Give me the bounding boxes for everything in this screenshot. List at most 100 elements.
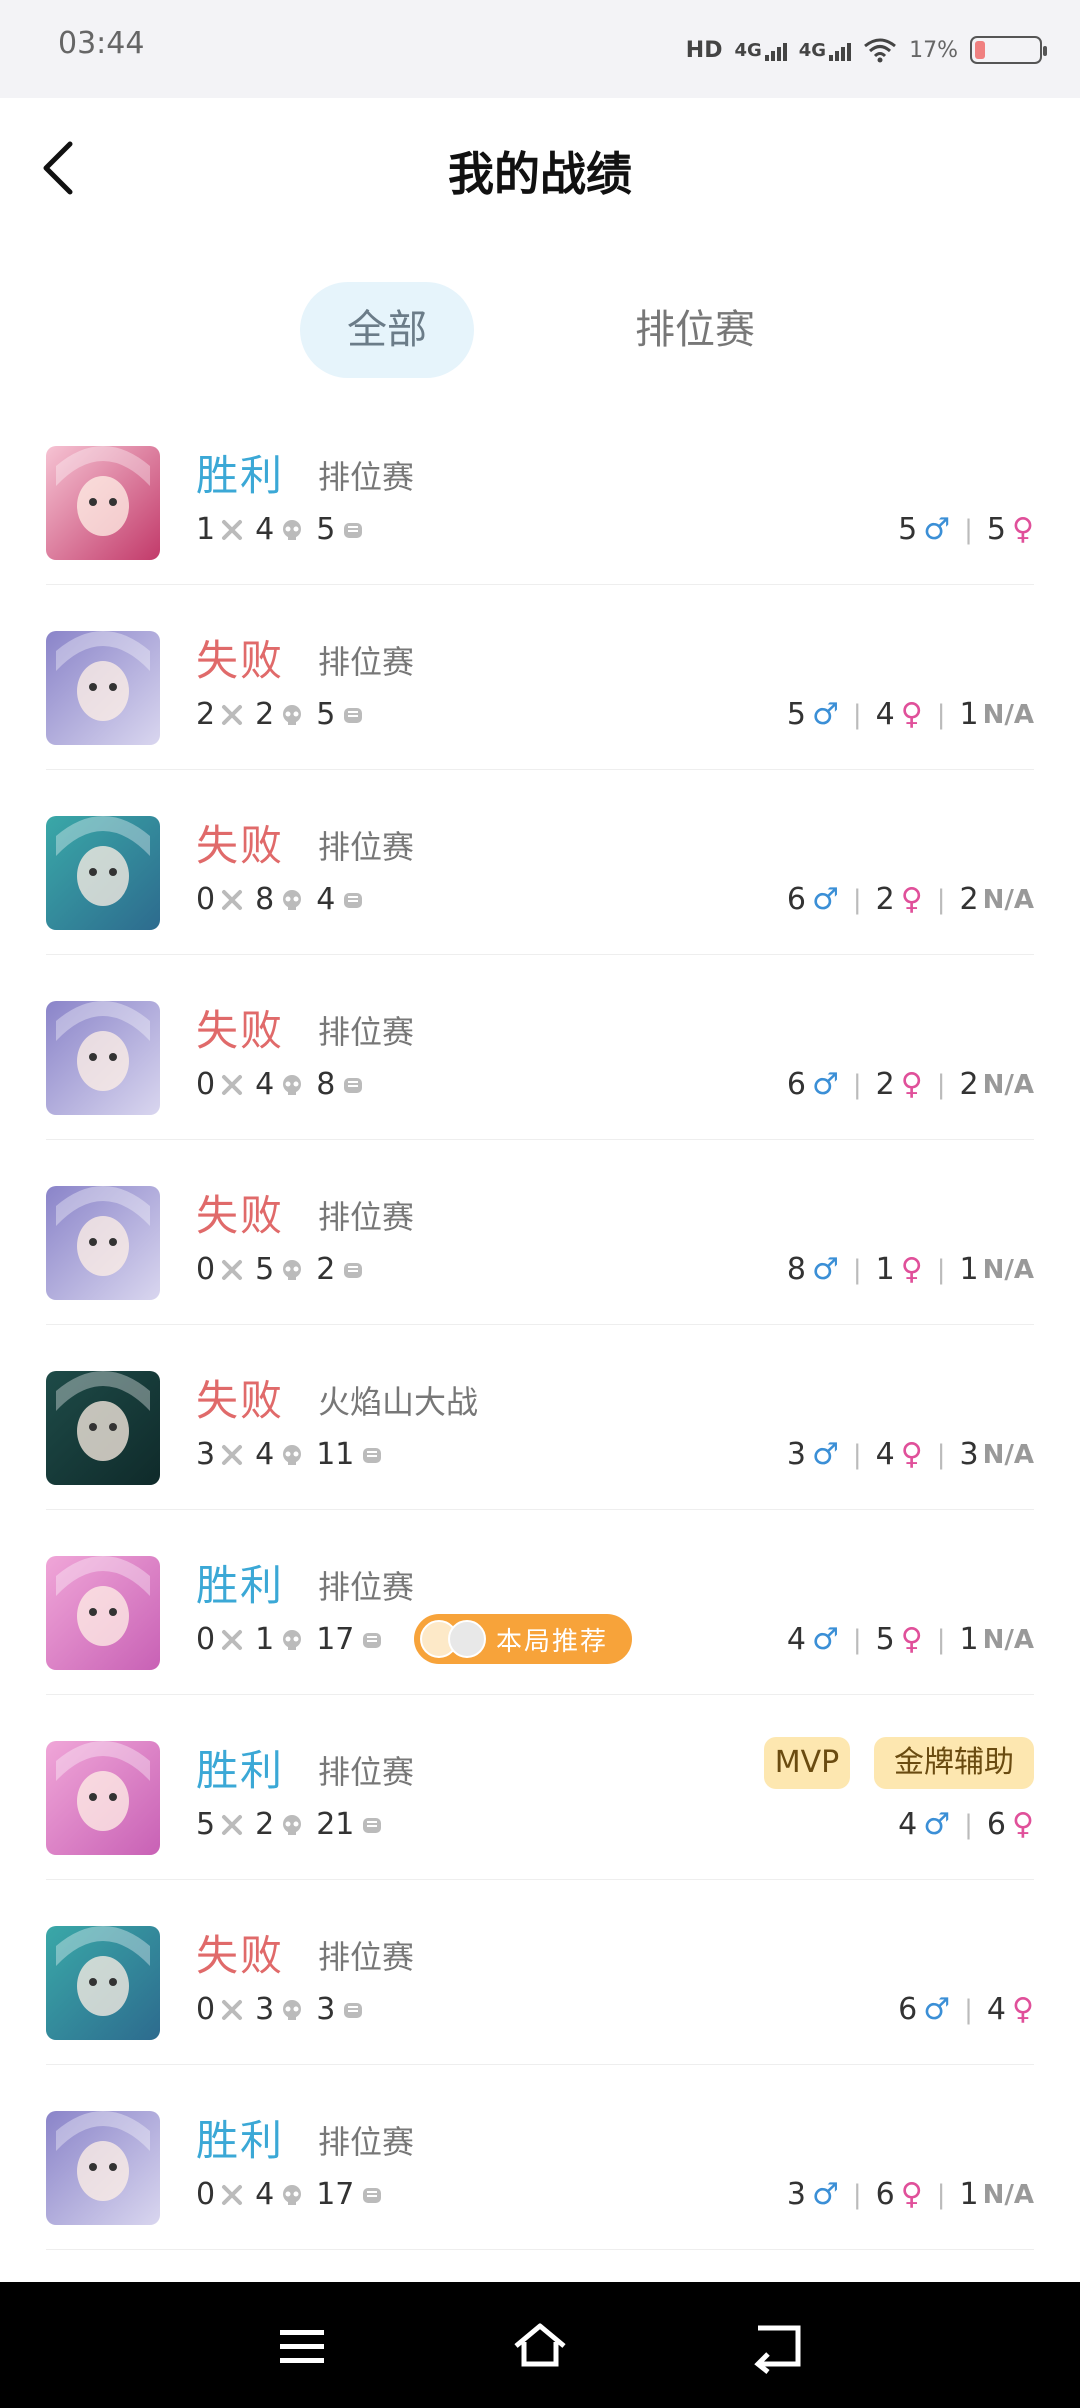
kill-icon xyxy=(222,1259,243,1280)
assists-value: 17 xyxy=(316,2177,355,2212)
divider: | xyxy=(964,1994,973,2025)
gold-support-badge: 金牌辅助 xyxy=(874,1737,1034,1789)
assists-value: 17 xyxy=(316,1622,355,1657)
female-icon: ♀ xyxy=(1012,512,1034,547)
deaths-value: 8 xyxy=(255,882,275,917)
match-result: 胜利 xyxy=(196,1561,285,1610)
assist-icon xyxy=(344,1077,363,1093)
male-count: 5 xyxy=(786,697,806,732)
divider: | xyxy=(852,1624,862,1655)
return-icon[interactable] xyxy=(750,2318,810,2374)
assist-icon xyxy=(344,522,363,538)
kda: 0 4 8 xyxy=(196,1067,377,1102)
male-count: 5 xyxy=(898,512,918,547)
match-row[interactable]: 失败 排位赛 0 8 4 6 ♂ | 2 ♀ | 2 N/A xyxy=(0,770,1080,955)
hero-avatar xyxy=(46,631,160,745)
deaths-value: 3 xyxy=(255,1992,275,2027)
match-row[interactable]: 失败 排位赛 0 4 8 6 ♂ | 2 ♀ | 2 N/A xyxy=(0,955,1080,1140)
deaths-value: 2 xyxy=(255,697,275,732)
mvp-badge: MVP xyxy=(764,1737,850,1789)
kills-value: 5 xyxy=(196,1807,216,1842)
male-icon: ♂ xyxy=(923,512,951,547)
na-count: 2 xyxy=(959,1067,979,1102)
signal-icon-2: 4G xyxy=(799,40,852,61)
female-count: 5 xyxy=(875,1622,895,1657)
kills-value: 1 xyxy=(196,512,216,547)
deaths-value: 4 xyxy=(255,512,275,547)
hero-avatar xyxy=(46,1926,160,2040)
na-label: N/A xyxy=(982,699,1034,730)
female-count: 4 xyxy=(875,1437,895,1472)
female-count: 4 xyxy=(986,1992,1007,2027)
female-count: 6 xyxy=(875,2177,895,2212)
team-stats: 4 ♂ | 6 ♀ xyxy=(898,1807,1034,1842)
na-label: N/A xyxy=(982,1624,1034,1655)
match-mode: 排位赛 xyxy=(318,458,415,496)
match-result: 失败 xyxy=(196,1376,285,1425)
kda: 0 3 3 xyxy=(196,1992,377,2027)
team-stats: 6 ♂ | 4 ♀ xyxy=(898,1992,1034,2027)
death-icon xyxy=(283,1629,302,1650)
assists-value: 5 xyxy=(316,512,336,547)
menu-icon[interactable] xyxy=(272,2318,332,2374)
match-mode: 排位赛 xyxy=(318,1198,415,1236)
match-row[interactable]: 失败 排位赛 0 5 2 8 ♂ | 1 ♀ | 1 N/A xyxy=(0,1140,1080,1325)
kill-icon xyxy=(222,519,243,540)
match-row[interactable]: 失败 排位赛 2 2 5 5 ♂ | 4 ♀ | 1 N/A xyxy=(0,585,1080,770)
kda: 0 8 4 xyxy=(196,882,377,917)
kda: 3 4 11 xyxy=(196,1437,396,1472)
match-row[interactable]: 失败 排位赛 0 3 3 6 ♂ | 4 ♀ xyxy=(0,1880,1080,2065)
match-result: 胜利 xyxy=(196,2116,285,2165)
male-count: 6 xyxy=(786,1067,806,1102)
divider: | xyxy=(852,1254,862,1285)
match-row[interactable]: 胜利 排位赛 0 1 17 本局推荐 4 ♂ | 5 ♀ | 1 N/A xyxy=(0,1510,1080,1695)
kill-icon xyxy=(222,1629,243,1650)
kda: 2 2 5 xyxy=(196,697,377,732)
recommend-label: 本局推荐 xyxy=(496,1626,609,1657)
assist-icon xyxy=(344,892,363,908)
na-count: 1 xyxy=(959,1252,979,1287)
assist-icon xyxy=(363,1632,382,1648)
kill-icon xyxy=(222,1444,243,1465)
match-result: 失败 xyxy=(196,1006,285,1055)
male-icon: ♂ xyxy=(812,882,839,917)
na-count: 2 xyxy=(959,882,979,917)
male-icon: ♂ xyxy=(812,1622,839,1657)
female-icon: ♀ xyxy=(900,882,923,917)
hero-avatar xyxy=(46,816,160,930)
female-count: 1 xyxy=(875,1252,895,1287)
male-count: 3 xyxy=(786,1437,806,1472)
assist-icon xyxy=(363,2187,382,2203)
female-count: 6 xyxy=(986,1807,1007,1842)
kill-icon xyxy=(222,889,243,910)
kill-icon xyxy=(222,1074,243,1095)
match-row[interactable]: 胜利 排位赛 5 2 21 MVP 金牌辅助 4 ♂ | 6 ♀ xyxy=(0,1695,1080,1880)
match-mode: 排位赛 xyxy=(318,1013,415,1051)
match-mode: 排位赛 xyxy=(318,1938,415,1976)
divider: | xyxy=(964,514,973,545)
hero-avatar xyxy=(46,1741,160,1855)
kills-value: 0 xyxy=(196,1252,216,1287)
match-row[interactable]: 胜利 排位赛 1 4 5 5 ♂ | 5 ♀ xyxy=(0,400,1080,585)
match-list: 胜利 排位赛 1 4 5 5 ♂ | 5 ♀ 失败 排位赛 2 2 5 5 ♂ | 4 ♀ |… xyxy=(0,400,1080,2250)
hero-avatar xyxy=(46,1186,160,1300)
divider: | xyxy=(852,884,862,915)
divider: | xyxy=(852,1069,862,1100)
home-icon[interactable] xyxy=(510,2318,570,2374)
female-count: 2 xyxy=(875,882,895,917)
assist-icon xyxy=(344,2002,363,2018)
match-row[interactable]: 胜利 排位赛 0 4 17 3 ♂ | 6 ♀ | 1 N/A xyxy=(0,2065,1080,2250)
na-count: 1 xyxy=(959,697,979,732)
divider: | xyxy=(936,884,946,915)
status-time: 03:44 xyxy=(58,26,145,61)
recommend-badge[interactable]: 本局推荐 xyxy=(414,1614,632,1664)
tab-ranked[interactable]: 排位赛 xyxy=(610,282,780,378)
assists-value: 5 xyxy=(316,697,336,732)
kills-value: 2 xyxy=(196,697,216,732)
assists-value: 3 xyxy=(316,1992,336,2027)
female-icon: ♀ xyxy=(1012,1992,1034,2027)
wifi-icon xyxy=(864,38,897,63)
male-icon: ♂ xyxy=(923,1992,951,2027)
tab-all[interactable]: 全部 xyxy=(300,282,474,378)
match-row[interactable]: 失败 火焰山大战 3 4 11 3 ♂ | 4 ♀ | 3 N/A xyxy=(0,1325,1080,1510)
